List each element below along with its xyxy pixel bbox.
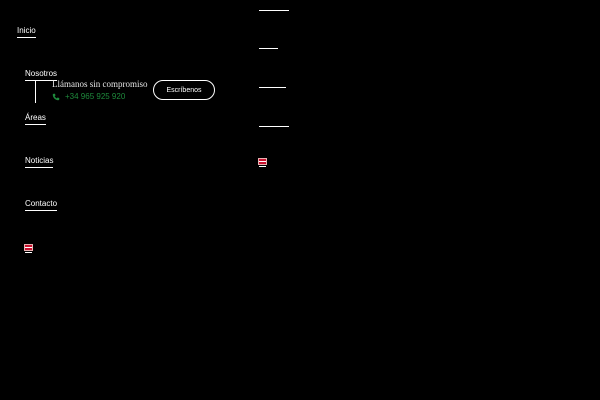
nav-item-noticias[interactable]: Noticias — [25, 156, 54, 168]
contact-cta-button[interactable]: Escríbenos — [153, 80, 215, 100]
uk-flag-icon[interactable] — [24, 244, 33, 251]
nav-item-contacto[interactable]: Contacto — [25, 199, 58, 211]
nav-item-areas[interactable]: Áreas — [25, 113, 46, 125]
flag-underline — [259, 166, 266, 167]
contact-divider — [35, 80, 36, 103]
flag-underline — [25, 252, 32, 253]
right-nav-item-underline[interactable] — [259, 126, 289, 127]
nav-item-inicio[interactable]: Inicio — [17, 26, 36, 38]
right-nav-item-underline[interactable] — [259, 87, 286, 88]
right-nav-item-underline[interactable] — [259, 10, 289, 11]
phone-number: +34 965 925 920 — [65, 92, 126, 101]
phone-icon — [52, 93, 60, 100]
right-nav-item-underline[interactable] — [259, 48, 278, 49]
contact-phone[interactable]: +34 965 925 920 — [52, 92, 125, 101]
contact-title: Llámanos sin compromiso — [52, 79, 148, 89]
uk-flag-icon[interactable] — [258, 158, 267, 165]
